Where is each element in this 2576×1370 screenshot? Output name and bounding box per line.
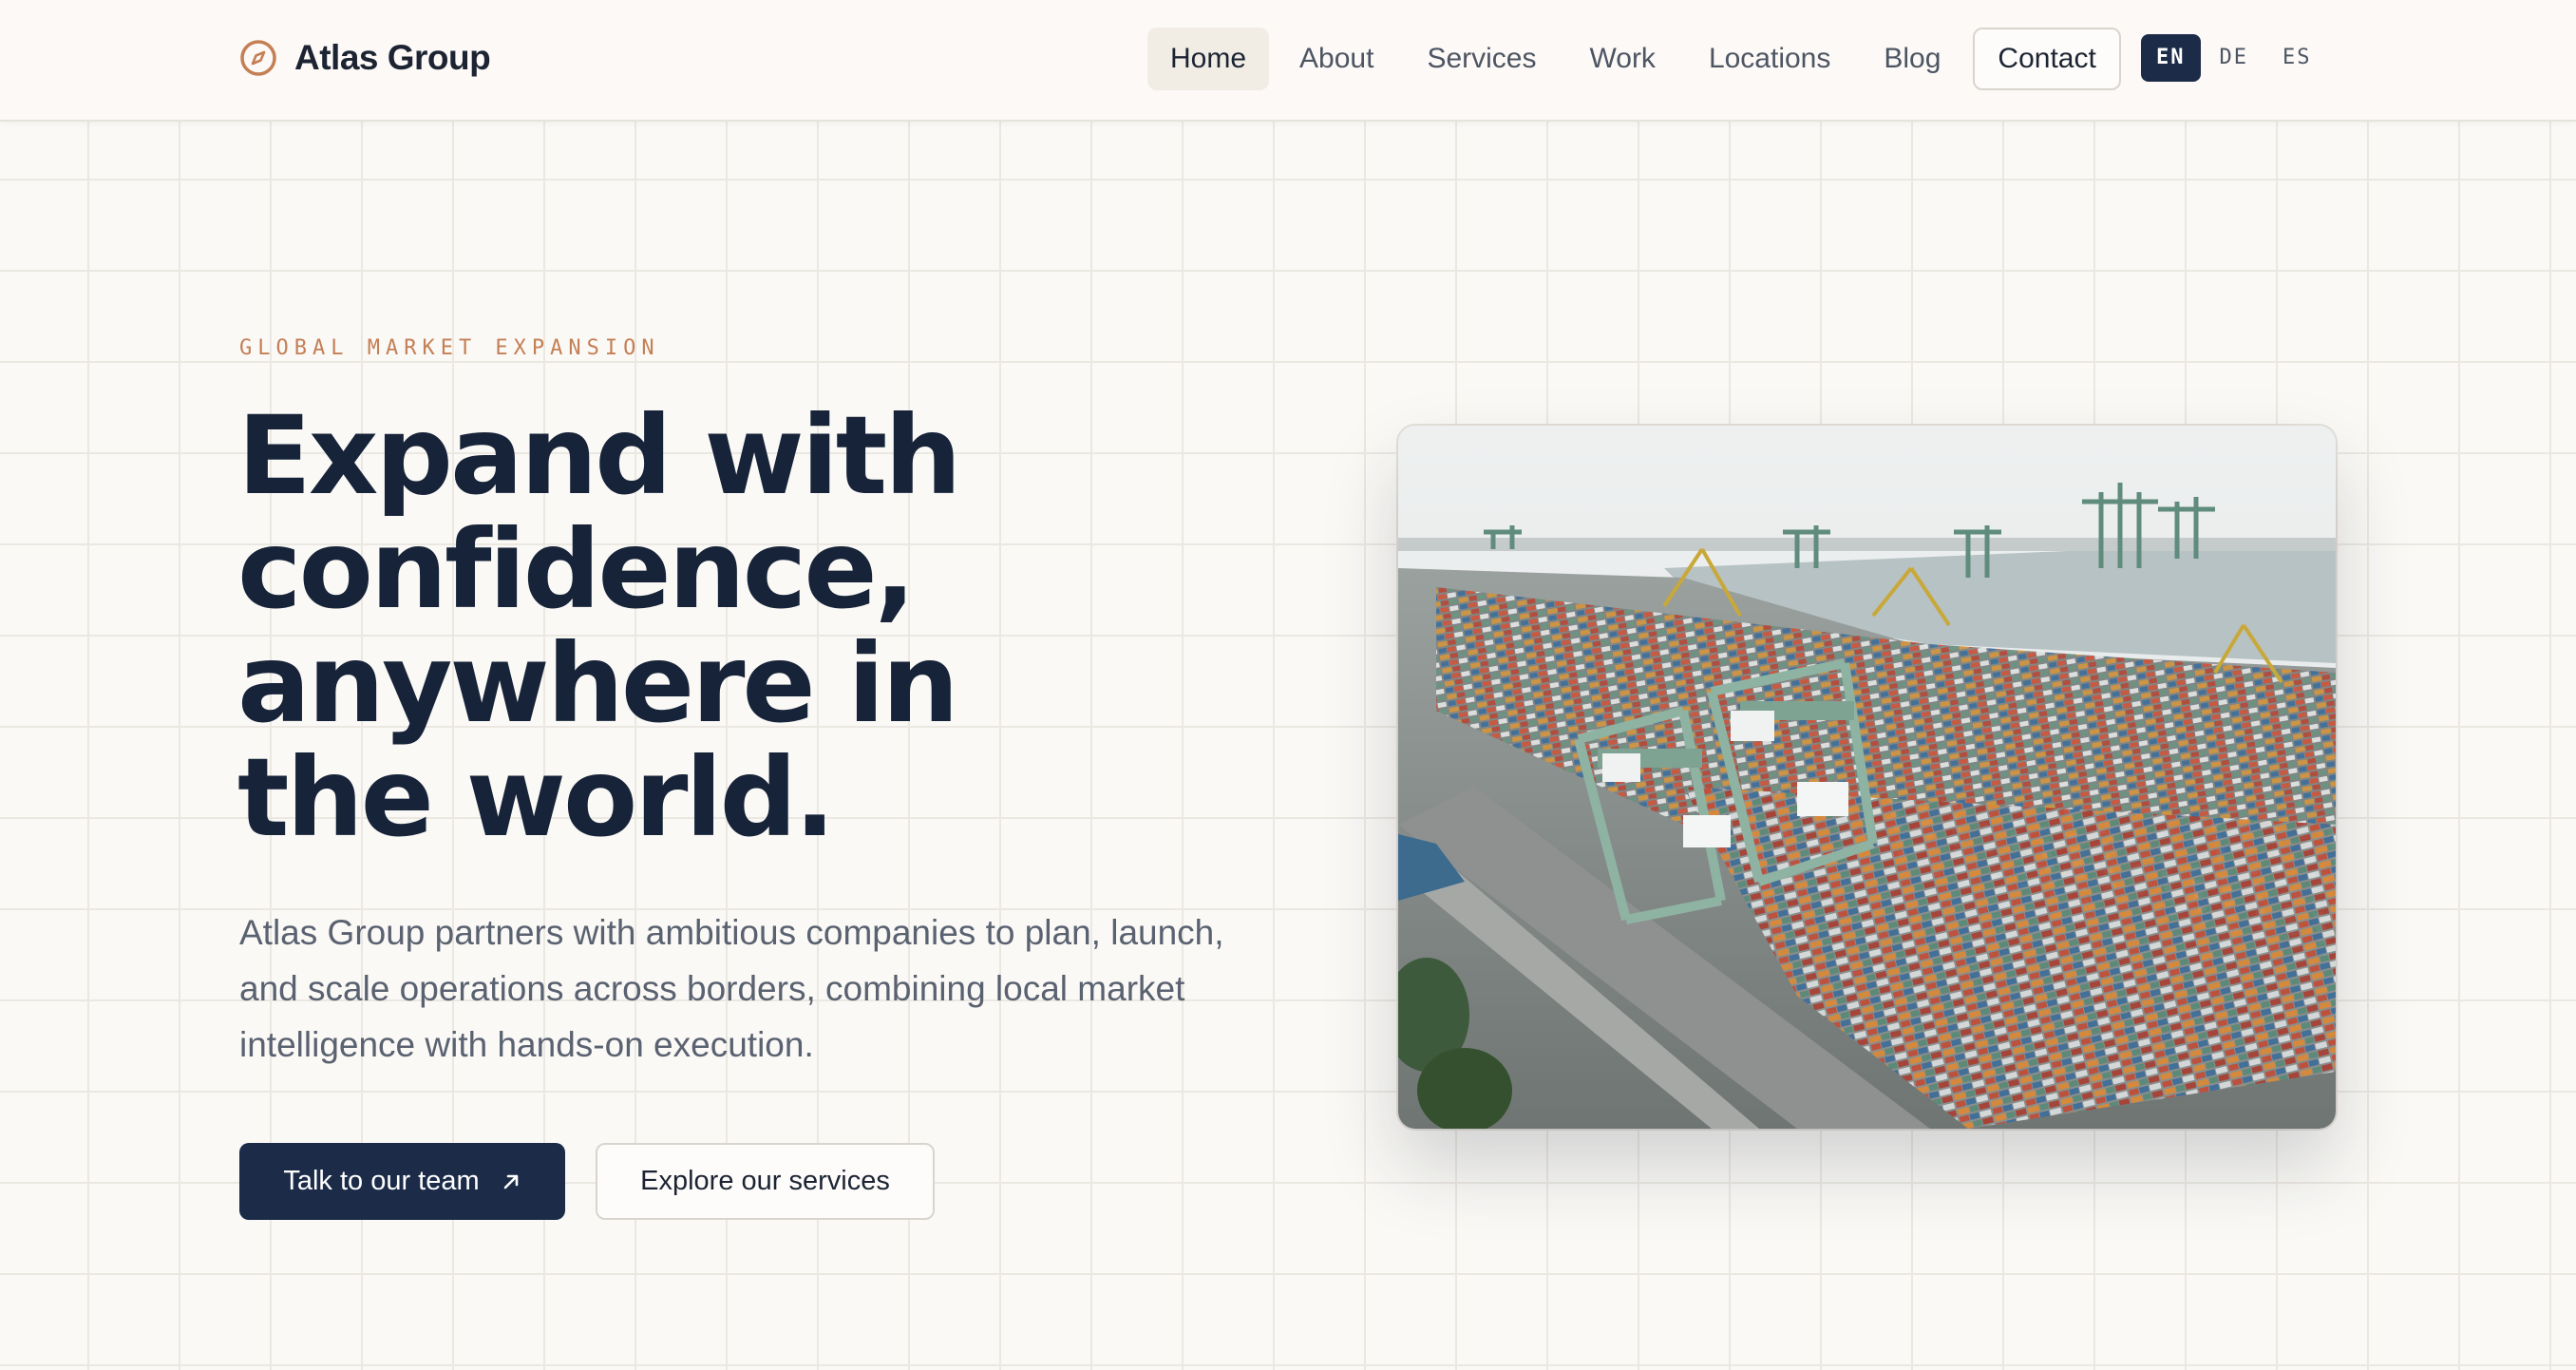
hero-headline: Expand with confidence, anywhere in the … [237,399,961,855]
main-nav: Home About Services Work Locations Blog … [1147,28,2121,90]
hero-eyebrow: GLOBAL MARKET EXPANSION [239,336,660,360]
contact-button[interactable]: Contact [1973,28,2121,90]
nav-item-services[interactable]: Services [1404,28,1559,90]
language-switcher: EN DE ES [2141,34,2331,82]
headline-line: confidence, [237,506,916,633]
arrow-up-right-icon [503,1174,518,1189]
headline-line: the world. [237,734,836,861]
headline-line: anywhere in [237,620,959,747]
container-port-illustration [1398,426,2336,1129]
talk-to-team-button[interactable]: Talk to our team [239,1143,565,1220]
lang-en[interactable]: EN [2141,34,2201,82]
nav-item-home[interactable]: Home [1147,28,1270,90]
headline-line: Expand with [237,392,961,519]
lang-es[interactable]: ES [2267,34,2327,82]
talk-to-team-label: Talk to our team [283,1166,480,1196]
nav-item-work[interactable]: Work [1566,28,1677,90]
explore-services-button[interactable]: Explore our services [596,1143,935,1220]
nav-item-blog[interactable]: Blog [1861,28,1963,90]
hero-image-port [1398,426,2336,1129]
compass-icon [240,40,276,76]
nav-item-locations[interactable]: Locations [1686,28,1853,90]
hero-lead: Atlas Group partners with ambitious comp… [239,913,1224,1064]
lang-de[interactable]: DE [2205,34,2264,82]
brand-name: Atlas Group [294,38,491,77]
site-header: Atlas Group Home About Services Work Loc… [0,0,2576,122]
nav-item-about[interactable]: About [1277,28,1396,90]
brand-logo[interactable]: Atlas Group [239,38,491,78]
